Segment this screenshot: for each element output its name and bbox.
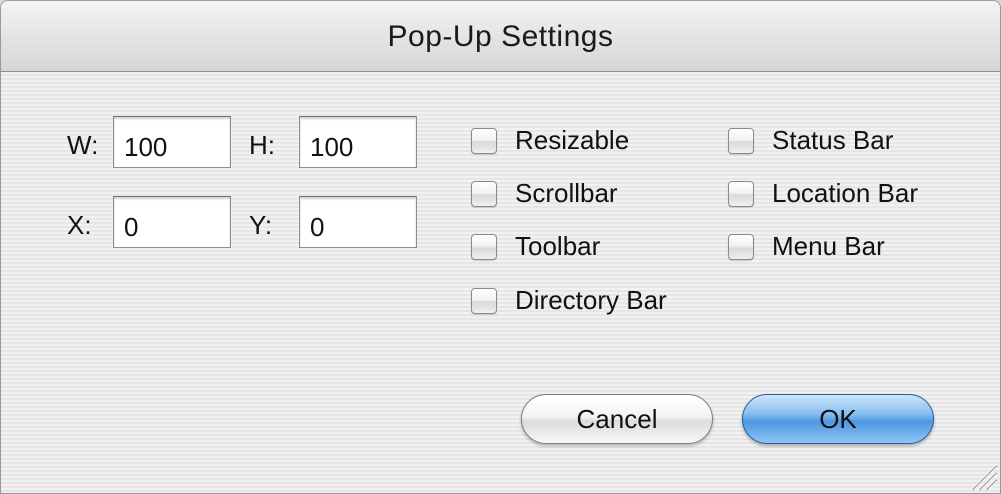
checkbox-toolbar[interactable]: Toolbar [471, 231, 600, 262]
checkbox-label: Scrollbar [515, 178, 618, 208]
checkbox-location-bar[interactable]: Location Bar [728, 178, 918, 209]
checkbox-label: Location Bar [772, 178, 918, 208]
checkbox-menu-bar[interactable]: Menu Bar [728, 231, 885, 262]
checkbox-label: Resizable [515, 125, 630, 155]
checkbox-scrollbar[interactable]: Scrollbar [471, 178, 618, 209]
resize-grip-icon[interactable] [968, 461, 998, 491]
checkbox-resizable[interactable]: Resizable [471, 125, 629, 156]
cancel-button[interactable]: Cancel [521, 394, 713, 444]
y-field[interactable] [299, 196, 417, 248]
x-field[interactable] [113, 196, 231, 248]
popup-settings-dialog: Pop-Up Settings W: H: X: Y: Resizable Sc… [0, 0, 1001, 494]
checkbox-box[interactable] [471, 127, 497, 154]
checkbox-label: Directory Bar [515, 285, 667, 315]
ok-button[interactable]: OK [742, 394, 934, 444]
y-label: Y: [249, 210, 273, 240]
checkbox-directory-bar[interactable]: Directory Bar [471, 285, 667, 316]
dialog-content: W: H: X: Y: Resizable Scrollbar Toolbar … [1, 72, 1000, 493]
checkbox-box[interactable] [471, 180, 497, 207]
checkbox-status-bar[interactable]: Status Bar [728, 125, 893, 156]
checkbox-label: Status Bar [772, 125, 894, 155]
height-label: H: [249, 130, 275, 160]
width-field[interactable] [113, 116, 231, 168]
checkbox-box[interactable] [728, 180, 754, 207]
checkbox-box[interactable] [728, 233, 754, 260]
x-label: X: [67, 210, 92, 240]
dialog-title: Pop-Up Settings [387, 20, 614, 53]
width-label: W: [67, 130, 99, 160]
checkbox-label: Toolbar [515, 231, 601, 261]
title-bar[interactable]: Pop-Up Settings [1, 1, 1000, 72]
checkbox-label: Menu Bar [772, 231, 885, 261]
checkbox-box[interactable] [471, 287, 497, 314]
checkbox-box[interactable] [728, 127, 754, 154]
checkbox-box[interactable] [471, 233, 497, 260]
height-field[interactable] [299, 116, 417, 168]
